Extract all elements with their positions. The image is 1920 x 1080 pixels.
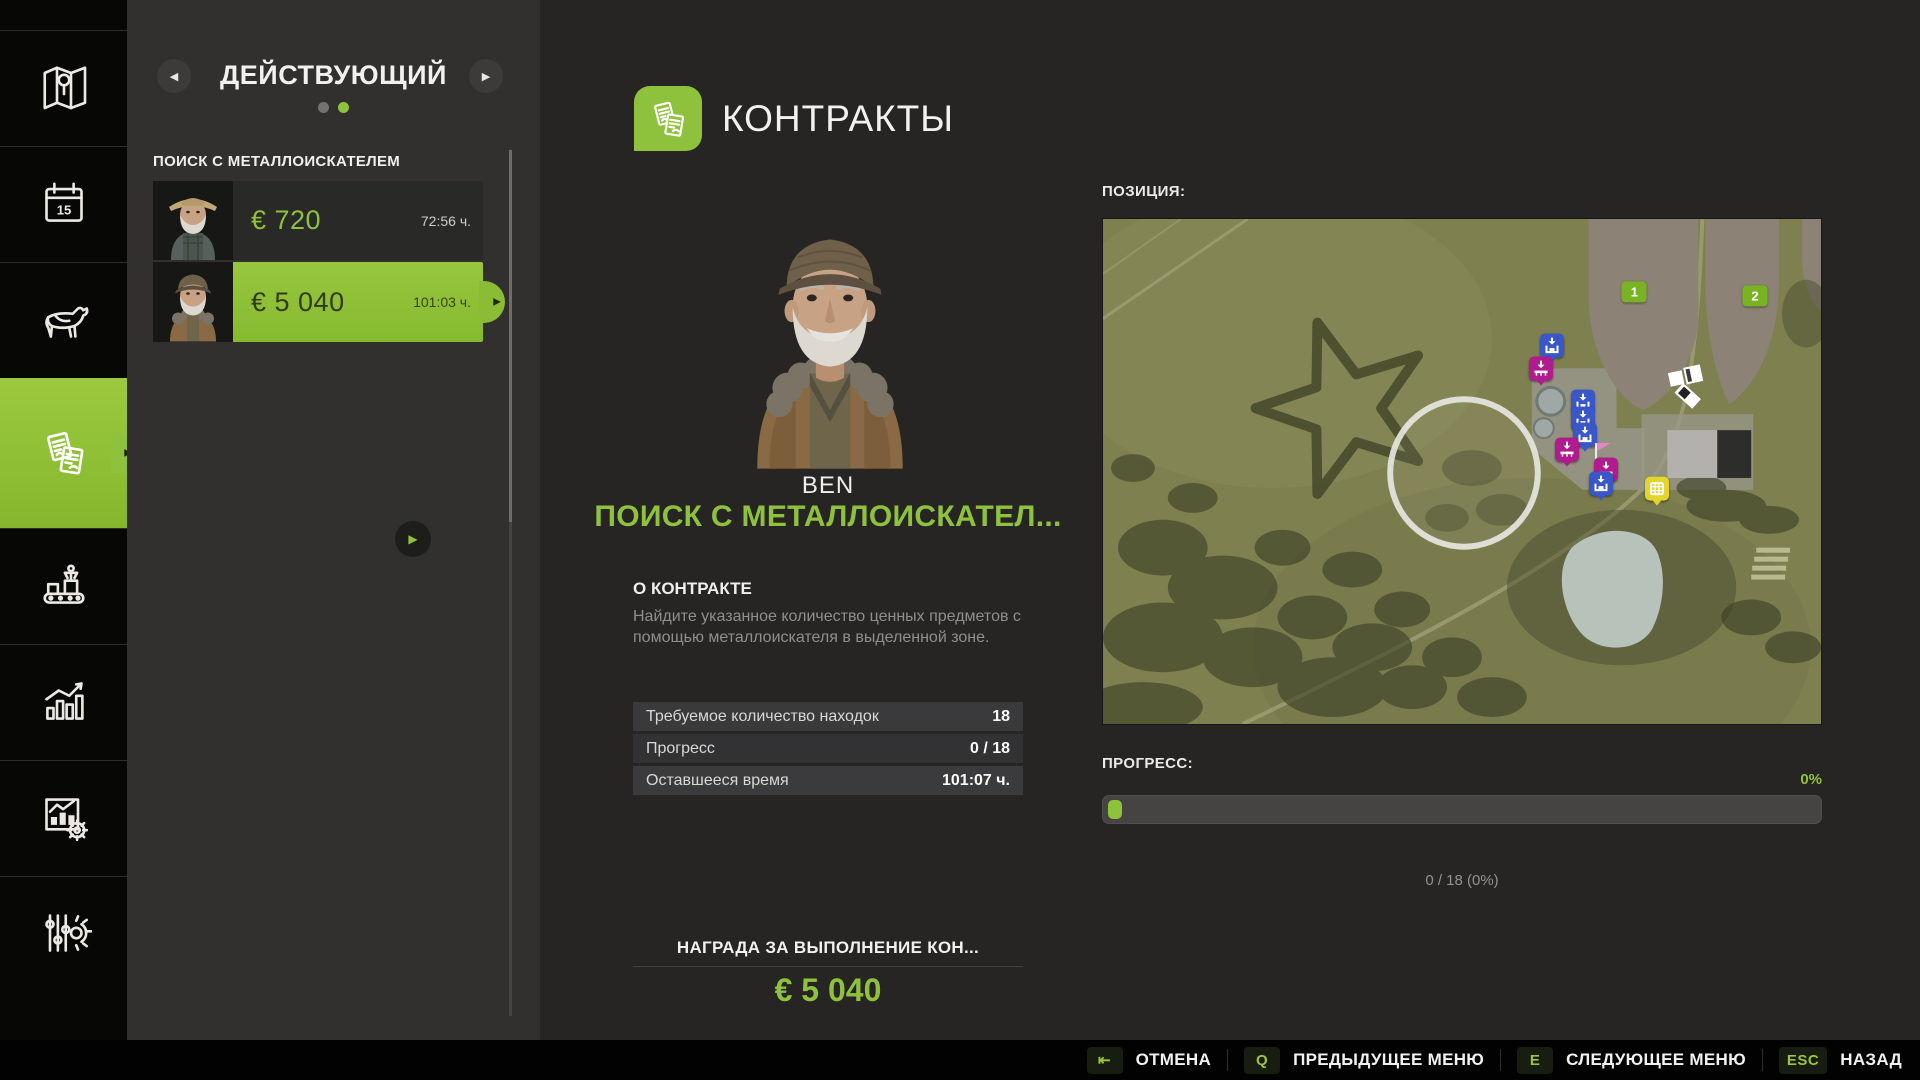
divider xyxy=(1227,1049,1228,1071)
settings-icon xyxy=(36,905,92,961)
position-label: ПОЗИЦИЯ: xyxy=(1102,183,1185,200)
detail-label: Оставшееся время xyxy=(646,772,789,790)
page-title: КОНТРАКТЫ xyxy=(722,98,954,140)
pager-dots xyxy=(127,102,540,113)
selected-contract-arrow xyxy=(479,281,505,323)
contractor-portrait xyxy=(729,206,931,471)
field-number-label: 1 xyxy=(1622,281,1647,302)
contractor-avatar xyxy=(153,262,233,342)
reward-value: € 5 040 xyxy=(560,972,1096,1009)
progress-label: ПРОГРЕСС: xyxy=(1102,755,1193,772)
table-row: Требуемое количество находок 18 xyxy=(633,702,1023,731)
detail-value: 0 / 18 xyxy=(970,740,1010,758)
progress-percent: 0% xyxy=(1422,771,1822,788)
sidebar-item-contracts[interactable] xyxy=(0,378,127,528)
map-marker-unload-icon xyxy=(1589,472,1613,496)
cow-icon xyxy=(36,291,92,347)
contracts-icon xyxy=(36,425,92,481)
calendar-icon: 15 xyxy=(36,175,92,231)
contract-pager: ◀ ДЕЙСТВУЮЩИЙ ▶ xyxy=(127,52,540,100)
action-next-menu[interactable]: E СЛЕДУЮЩЕЕ МЕНЮ xyxy=(1517,1047,1746,1074)
progress-bar xyxy=(1102,795,1822,824)
sidebar-item-calendar[interactable]: 15 xyxy=(0,146,127,259)
map-icon xyxy=(36,59,92,115)
about-section-label: О КОНТРАКТЕ xyxy=(633,579,752,599)
map-marker-bale-icon xyxy=(1645,476,1669,500)
table-row: Оставшееся время 101:07 ч. xyxy=(633,766,1023,795)
key-backspace: ⇤ xyxy=(1087,1047,1123,1074)
contractor-avatar xyxy=(153,181,233,260)
action-cancel[interactable]: ⇤ ОТМЕНА xyxy=(1087,1047,1211,1074)
detail-value: 18 xyxy=(992,708,1010,726)
key-e: E xyxy=(1517,1047,1553,1074)
contract-time-left: 72:56 ч. xyxy=(421,213,471,229)
action-back[interactable]: ESC НАЗАД xyxy=(1779,1047,1902,1074)
detail-label: Требуемое количество находок xyxy=(646,708,879,726)
sidebar-item-animals[interactable] xyxy=(0,262,127,375)
map-marker-sell-icon xyxy=(1529,356,1553,380)
action-previous-menu[interactable]: Q ПРЕДЫДУЩЕЕ МЕНЮ xyxy=(1244,1047,1484,1074)
pager-title: ДЕЙСТВУЮЩИЙ xyxy=(191,60,476,91)
divider xyxy=(1500,1049,1501,1071)
map-terrain xyxy=(1103,219,1821,724)
contract-price: € 720 xyxy=(251,205,321,236)
position-map[interactable]: 12 xyxy=(1102,218,1822,725)
contract-list-item-selected[interactable]: € 5 040 101:03 ч. xyxy=(153,262,483,342)
key-q: Q xyxy=(1244,1047,1280,1074)
contract-zone-circle xyxy=(1390,399,1538,546)
table-row: Прогресс 0 / 18 xyxy=(633,734,1023,763)
sidebar-item-map[interactable] xyxy=(0,30,127,143)
progress-detail: 0 / 18 (0%) xyxy=(1102,872,1822,889)
sidebar-item-statistics[interactable] xyxy=(0,644,127,757)
game-screen: 15 xyxy=(0,0,1920,1080)
contracts-page-icon xyxy=(634,86,702,151)
contract-list-scrollbar[interactable] xyxy=(509,150,512,1016)
main-menu-sidebar: 15 xyxy=(0,0,127,1040)
field-number-label: 2 xyxy=(1742,285,1767,306)
map-marker-unload-icon xyxy=(1540,334,1564,358)
sidebar-item-settings[interactable] xyxy=(0,876,127,989)
divider xyxy=(1762,1049,1763,1071)
panel-collapse-toggle[interactable]: ▶ xyxy=(395,521,431,557)
contract-description: Найдите указанное количество ценных пред… xyxy=(633,606,1053,649)
reward-label: НАГРАДА ЗА ВЫПОЛНЕНИЕ КОН... xyxy=(560,938,1096,958)
reward-divider xyxy=(633,966,1023,967)
key-esc: ESC xyxy=(1779,1047,1827,1074)
bottom-action-bar: ⇤ ОТМЕНА Q ПРЕДЫДУЩЕЕ МЕНЮ E СЛЕДУЮЩЕЕ М… xyxy=(0,1040,1920,1080)
contract-price: € 5 040 xyxy=(251,287,345,318)
contract-list-item[interactable]: € 720 72:56 ч. xyxy=(153,181,483,260)
sidebar-item-finances[interactable] xyxy=(0,760,127,873)
progress-bar-fill xyxy=(1108,800,1122,819)
calendar-day: 15 xyxy=(56,202,71,217)
contract-title: ПОИСК С МЕТАЛЛОИСКАТЕЛ... xyxy=(560,500,1096,534)
map-marker-sell-icon xyxy=(1555,438,1579,462)
finances-icon xyxy=(36,789,92,845)
pager-prev-button[interactable]: ◀ xyxy=(157,59,191,93)
sidebar-item-production[interactable] xyxy=(0,528,127,641)
statistics-icon xyxy=(36,673,92,729)
pager-dot-active xyxy=(338,102,349,113)
detail-label: Прогресс xyxy=(646,740,715,758)
contract-details-table: Требуемое количество находок 18 Прогресс… xyxy=(633,702,1023,798)
contract-type-label: ПОИСК С МЕТАЛЛОИСКАТЕЛЕМ xyxy=(153,153,400,170)
contract-list-panel: ◀ ДЕЙСТВУЮЩИЙ ▶ ПОИСК С МЕТАЛЛОИСКАТЕЛЕМ xyxy=(127,0,540,1040)
contractor-name: BEN xyxy=(600,472,1056,500)
pager-next-button[interactable]: ▶ xyxy=(469,59,503,93)
production-icon xyxy=(36,557,92,613)
contract-time-left: 101:03 ч. xyxy=(413,294,471,310)
pager-dot xyxy=(318,102,329,113)
detail-value: 101:07 ч. xyxy=(942,772,1010,790)
